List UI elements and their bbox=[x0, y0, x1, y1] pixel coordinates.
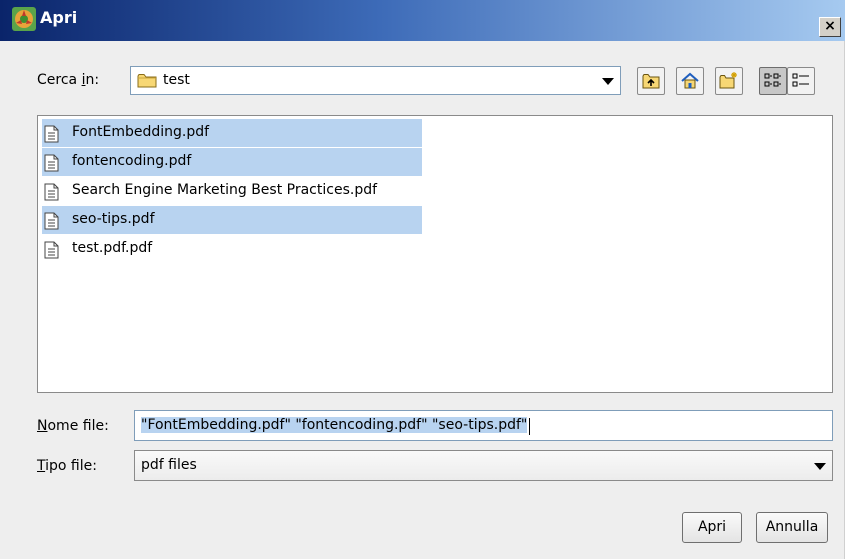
file-name-label: Nome file: bbox=[37, 418, 109, 434]
file-name: fontencoding.pdf bbox=[72, 153, 192, 169]
document-icon bbox=[44, 212, 60, 234]
look-in-value: test bbox=[163, 72, 190, 88]
chevron-down-icon[interactable] bbox=[602, 77, 614, 85]
file-list-item[interactable]: FontEmbedding.pdf bbox=[42, 119, 422, 147]
file-name: seo-tips.pdf bbox=[72, 211, 155, 227]
close-icon: × bbox=[824, 18, 836, 34]
home-icon bbox=[681, 72, 699, 89]
file-type-combo[interactable]: pdf files bbox=[134, 450, 833, 481]
file-list-item[interactable]: fontencoding.pdf bbox=[42, 148, 422, 176]
file-type-value: pdf files bbox=[141, 457, 197, 473]
details-view-icon bbox=[792, 73, 809, 87]
title-bar[interactable]: Apri × bbox=[0, 0, 845, 41]
look-in-label: Cerca in: bbox=[37, 72, 100, 88]
chevron-down-icon[interactable] bbox=[814, 462, 826, 470]
file-name-value: "FontEmbedding.pdf" "fontencoding.pdf" "… bbox=[141, 417, 528, 433]
list-view-button[interactable] bbox=[759, 67, 787, 95]
file-type-label: Tipo file: bbox=[37, 458, 97, 474]
file-list-item[interactable]: seo-tips.pdf bbox=[42, 206, 422, 234]
document-icon bbox=[44, 125, 60, 147]
close-button[interactable]: × bbox=[819, 17, 841, 37]
file-list-item[interactable]: Search Engine Marketing Best Practices.p… bbox=[42, 177, 422, 205]
document-icon bbox=[44, 154, 60, 176]
text-caret bbox=[529, 418, 530, 435]
new-folder-icon bbox=[719, 72, 737, 89]
up-folder-icon bbox=[642, 74, 660, 89]
java-app-icon bbox=[12, 7, 36, 31]
open-button[interactable]: Apri bbox=[682, 512, 742, 543]
open-file-dialog: Apri × Cerca in: test FontEmbedding.pdf … bbox=[0, 0, 845, 559]
document-icon bbox=[44, 183, 60, 205]
new-folder-button[interactable] bbox=[715, 67, 743, 95]
file-name-input[interactable]: "FontEmbedding.pdf" "fontencoding.pdf" "… bbox=[134, 410, 833, 441]
file-list-item[interactable]: test.pdf.pdf bbox=[42, 235, 422, 263]
file-name: test.pdf.pdf bbox=[72, 240, 153, 256]
document-icon bbox=[44, 241, 60, 263]
up-one-level-button[interactable] bbox=[637, 67, 665, 95]
window-title: Apri bbox=[40, 8, 78, 27]
home-button[interactable] bbox=[676, 67, 704, 95]
list-view-icon bbox=[764, 73, 781, 87]
cancel-button[interactable]: Annulla bbox=[756, 512, 828, 543]
details-view-button[interactable] bbox=[787, 67, 815, 95]
file-name: FontEmbedding.pdf bbox=[72, 124, 210, 140]
folder-icon bbox=[137, 73, 157, 92]
file-name: Search Engine Marketing Best Practices.p… bbox=[72, 182, 378, 198]
look-in-combo[interactable]: test bbox=[130, 66, 621, 95]
file-list[interactable]: FontEmbedding.pdf fontencoding.pdf Search … bbox=[37, 115, 833, 393]
